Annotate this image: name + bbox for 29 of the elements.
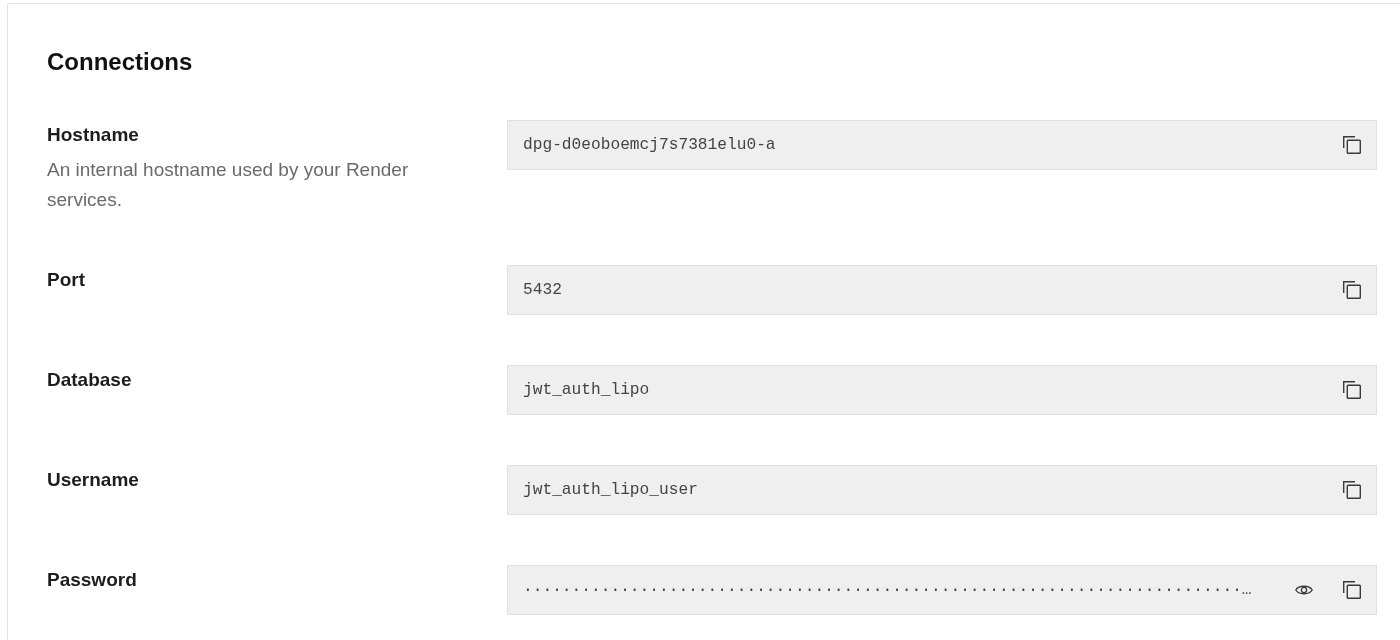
copy-icon	[1343, 381, 1361, 399]
readonly-field[interactable]: 5432	[507, 265, 1377, 315]
field-value: dpg-d0eoboemcj7s7381elu0-a	[523, 136, 776, 154]
copy-icon	[1343, 481, 1361, 499]
show-password-button[interactable]	[1295, 584, 1313, 596]
field-label: Port	[47, 268, 85, 292]
readonly-field[interactable]: jwt_auth_lipo	[507, 365, 1377, 415]
password-field[interactable]: ··········································································…	[507, 565, 1377, 615]
copy-button[interactable]	[1343, 281, 1361, 299]
field-description: An internal hostname used by your Render services.	[47, 158, 410, 212]
readonly-field[interactable]: jwt_auth_lipo_user	[507, 465, 1377, 515]
field-value: ··········································································…	[523, 581, 1252, 599]
field-label: Password	[47, 568, 137, 592]
copy-button[interactable]	[1343, 136, 1361, 154]
field-value: jwt_auth_lipo	[523, 381, 650, 399]
readonly-field[interactable]: dpg-d0eoboemcj7s7381elu0-a	[507, 120, 1377, 170]
field-label: Hostname	[47, 123, 139, 147]
eye-icon	[1295, 584, 1313, 596]
copy-button[interactable]	[1343, 381, 1361, 399]
copy-icon	[1343, 136, 1361, 154]
field-label: Database	[47, 368, 132, 392]
copy-button[interactable]	[1343, 581, 1361, 599]
copy-icon	[1343, 281, 1361, 299]
field-value: jwt_auth_lipo_user	[523, 481, 698, 499]
field-label: Username	[47, 468, 139, 492]
copy-button[interactable]	[1343, 481, 1361, 499]
field-value: 5432	[523, 281, 562, 299]
section-title: Connections	[47, 47, 193, 77]
copy-icon	[1343, 581, 1361, 599]
